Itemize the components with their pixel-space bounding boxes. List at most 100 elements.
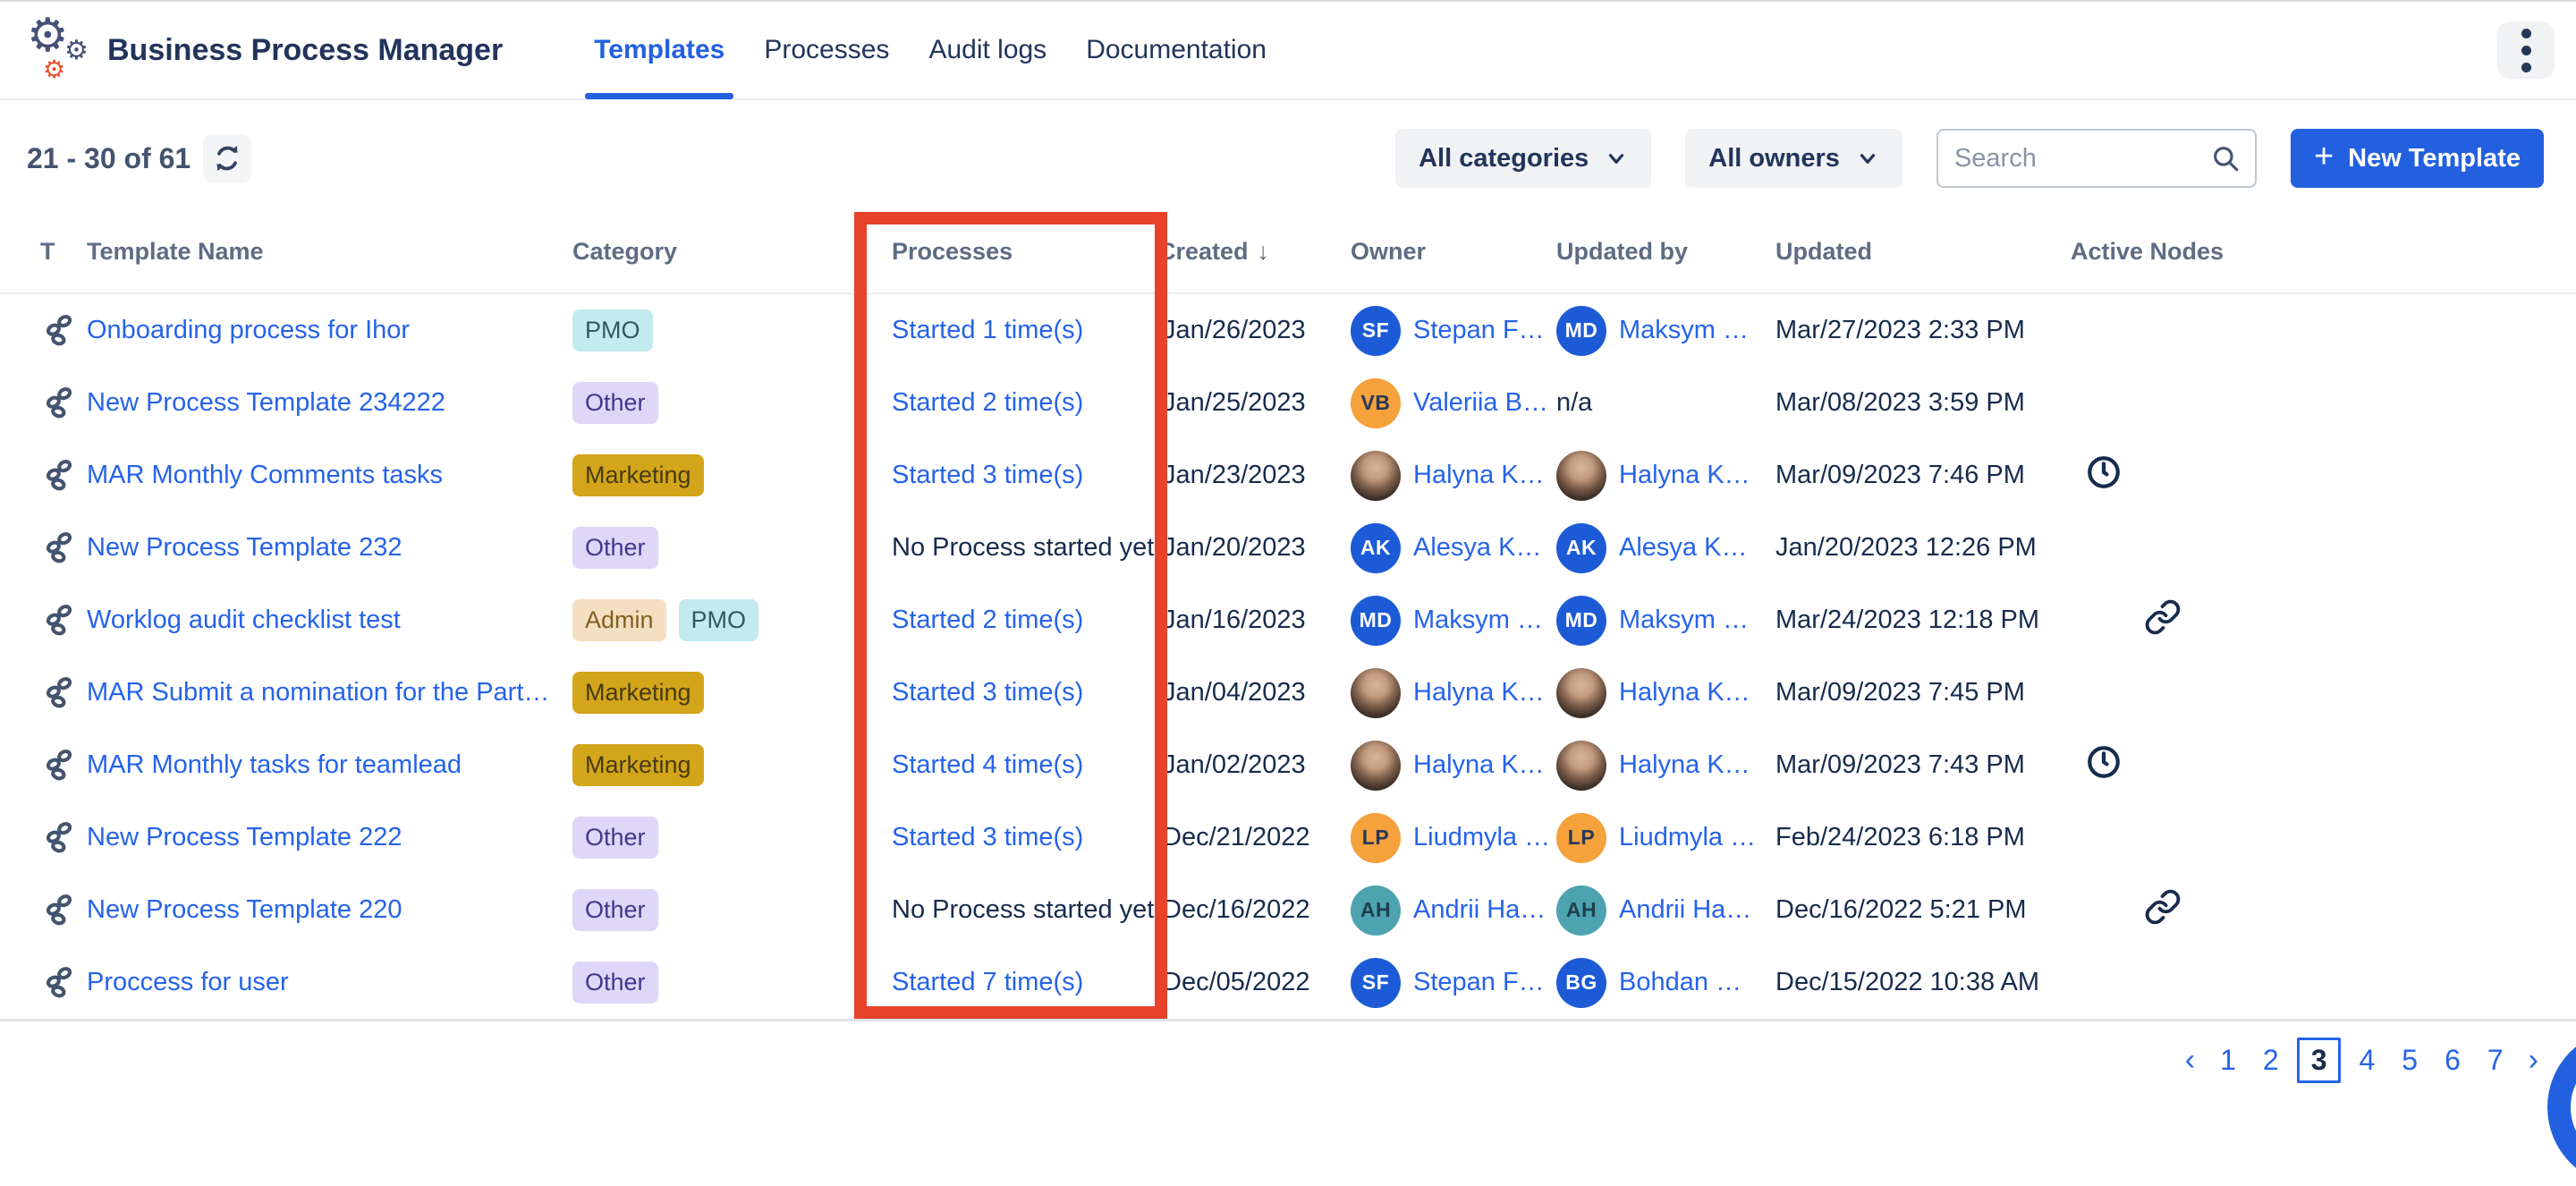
pagination-page-1[interactable]: 1 — [2211, 1040, 2245, 1080]
owner-name-link[interactable]: Maksym … — [1413, 606, 1543, 635]
owner-avatar[interactable] — [1351, 668, 1401, 718]
updated-by-avatar[interactable]: BG — [1556, 958, 1606, 1008]
template-name-link[interactable]: MAR Submit a nomination for the Part… — [87, 678, 572, 707]
owner-cell: AH Andrii Ha… — [1351, 885, 1556, 936]
template-name-link[interactable]: New Process Template 232 — [87, 533, 572, 563]
pagination-page-2[interactable]: 2 — [2254, 1040, 2288, 1080]
updated-by-avatar[interactable]: AH — [1556, 885, 1606, 936]
template-name-link[interactable]: New Process Template 222 — [87, 823, 572, 852]
column-header-template-name[interactable]: Template Name — [87, 238, 572, 266]
processes-started-link[interactable]: Started 3 time(s) — [881, 823, 1158, 852]
owner-avatar[interactable]: AH — [1351, 885, 1401, 936]
updated-by-cell: AK Alesya K… — [1556, 523, 1775, 573]
sort-desc-icon: ↓ — [1258, 238, 1270, 266]
updated-by-avatar[interactable]: LP — [1556, 813, 1606, 863]
owner-name-link[interactable]: Stepan F… — [1413, 968, 1545, 997]
category-badge: Marketing — [572, 454, 704, 496]
category-cell: Marketing — [572, 744, 881, 786]
tab-audit-logs[interactable]: Audit logs — [909, 1, 1066, 99]
processes-started-link[interactable]: Started 3 time(s) — [881, 678, 1158, 707]
type-icon-cell — [40, 386, 87, 420]
updated-by-name-link[interactable]: Liudmyla … — [1619, 823, 1756, 852]
pagination-next-button[interactable]: › — [2521, 1043, 2546, 1078]
categories-filter-dropdown[interactable]: All categories — [1395, 129, 1651, 188]
tab-documentation[interactable]: Documentation — [1066, 1, 1286, 99]
column-header-processes[interactable]: Processes — [881, 238, 1158, 266]
owner-avatar[interactable]: VB — [1351, 378, 1401, 428]
owner-name-link[interactable]: Halyna K… — [1413, 750, 1545, 780]
updated-by-avatar[interactable]: MD — [1556, 306, 1606, 356]
pagination-prev-button[interactable]: ‹ — [2178, 1043, 2202, 1078]
owners-filter-dropdown[interactable]: All owners — [1685, 129, 1902, 188]
owner-avatar[interactable] — [1351, 451, 1401, 501]
type-icon-cell — [40, 604, 87, 638]
updated-by-name-link[interactable]: Maksym … — [1619, 316, 1749, 345]
owner-avatar[interactable]: SF — [1351, 306, 1401, 356]
kebab-menu-button[interactable] — [2497, 21, 2555, 79]
updated-by-avatar[interactable] — [1556, 451, 1606, 501]
column-header-active-nodes[interactable]: Active Nodes — [2071, 238, 2576, 266]
column-header-created[interactable]: Created ↓ — [1158, 238, 1351, 266]
template-name-link[interactable]: MAR Monthly tasks for teamlead — [87, 750, 572, 780]
floating-action-button[interactable] — [2547, 1029, 2576, 1186]
owner-avatar[interactable]: MD — [1351, 596, 1401, 646]
processes-started-link[interactable]: Started 2 time(s) — [881, 606, 1158, 635]
pagination-page-4[interactable]: 4 — [2350, 1040, 2384, 1080]
template-name-link[interactable]: Onboarding process for Ihor — [87, 316, 572, 345]
new-template-button[interactable]: + New Template — [2291, 129, 2544, 188]
column-header-owner[interactable]: Owner — [1351, 238, 1556, 266]
updated-by-avatar[interactable] — [1556, 668, 1606, 718]
owner-avatar[interactable]: LP — [1351, 813, 1401, 863]
updated-by-avatar[interactable]: AK — [1556, 523, 1606, 573]
owner-avatar[interactable]: SF — [1351, 958, 1401, 1008]
updated-by-name-link[interactable]: Bohdan … — [1619, 968, 1741, 997]
processes-started-link[interactable]: Started 7 time(s) — [881, 968, 1158, 997]
type-icon-cell — [40, 531, 87, 565]
template-name-link[interactable]: New Process Template 234222 — [87, 388, 572, 418]
updated-by-name-link[interactable]: Alesya K… — [1619, 533, 1747, 563]
updated-by-name-link[interactable]: Andrii Ha… — [1619, 895, 1751, 925]
owner-name-link[interactable]: Alesya K… — [1413, 533, 1541, 563]
pagination-page-3-current[interactable]: 3 — [2297, 1038, 2342, 1083]
template-name-link[interactable]: New Process Template 220 — [87, 895, 572, 925]
table-row: Proccess for userOtherStarted 7 time(s)D… — [0, 946, 2576, 1019]
tab-processes[interactable]: Processes — [744, 1, 909, 99]
column-header-category[interactable]: Category — [572, 238, 881, 266]
owner-cell: LP Liudmyla … — [1351, 813, 1556, 863]
column-header-updated[interactable]: Updated — [1775, 238, 2071, 266]
updated-by-name-link[interactable]: Halyna K… — [1619, 461, 1750, 490]
owner-name-link[interactable]: Halyna K… — [1413, 678, 1545, 707]
pagination-page-5[interactable]: 5 — [2393, 1040, 2427, 1080]
search-input[interactable] — [1953, 143, 2210, 174]
processes-started-link[interactable]: Started 1 time(s) — [881, 316, 1158, 345]
processes-started-link[interactable]: Started 2 time(s) — [881, 388, 1158, 418]
processes-started-link[interactable]: Started 3 time(s) — [881, 461, 1158, 490]
processes-status-text: No Process started yet — [881, 533, 1158, 563]
active-nodes-cell — [2071, 598, 2576, 643]
template-name-link[interactable]: Proccess for user — [87, 968, 572, 997]
owner-avatar[interactable] — [1351, 741, 1401, 791]
owner-name-link[interactable]: Andrii Ha… — [1413, 895, 1546, 925]
owner-name-link[interactable]: Halyna K… — [1413, 461, 1545, 490]
tab-templates[interactable]: Templates — [574, 1, 744, 99]
updated-by-name-link[interactable]: Halyna K… — [1619, 750, 1750, 780]
owner-name-link[interactable]: Liudmyla … — [1413, 823, 1550, 852]
owner-name-link[interactable]: Valeriia B… — [1413, 388, 1548, 418]
updated-timestamp: Mar/09/2023 7:43 PM — [1775, 750, 2071, 780]
updated-by-name-link[interactable]: Halyna K… — [1619, 678, 1750, 707]
owner-avatar[interactable]: AK — [1351, 523, 1401, 573]
updated-by-avatar[interactable] — [1556, 741, 1606, 791]
updated-by-avatar[interactable]: MD — [1556, 596, 1606, 646]
template-name-link[interactable]: MAR Monthly Comments tasks — [87, 461, 572, 490]
refresh-button[interactable] — [203, 134, 251, 182]
template-name-link[interactable]: Worklog audit checklist test — [87, 606, 572, 635]
updated-by-name-link[interactable]: Maksym … — [1619, 606, 1749, 635]
column-header-updated-by[interactable]: Updated by — [1556, 238, 1775, 266]
processes-started-link[interactable]: Started 4 time(s) — [881, 750, 1158, 780]
column-header-type[interactable]: T — [40, 238, 87, 266]
owner-name-link[interactable]: Stepan F… — [1413, 316, 1545, 345]
category-badge: PMO — [679, 599, 759, 641]
category-badge: Other — [572, 817, 658, 859]
pagination-page-6[interactable]: 6 — [2436, 1040, 2470, 1080]
pagination-page-7[interactable]: 7 — [2479, 1040, 2512, 1080]
